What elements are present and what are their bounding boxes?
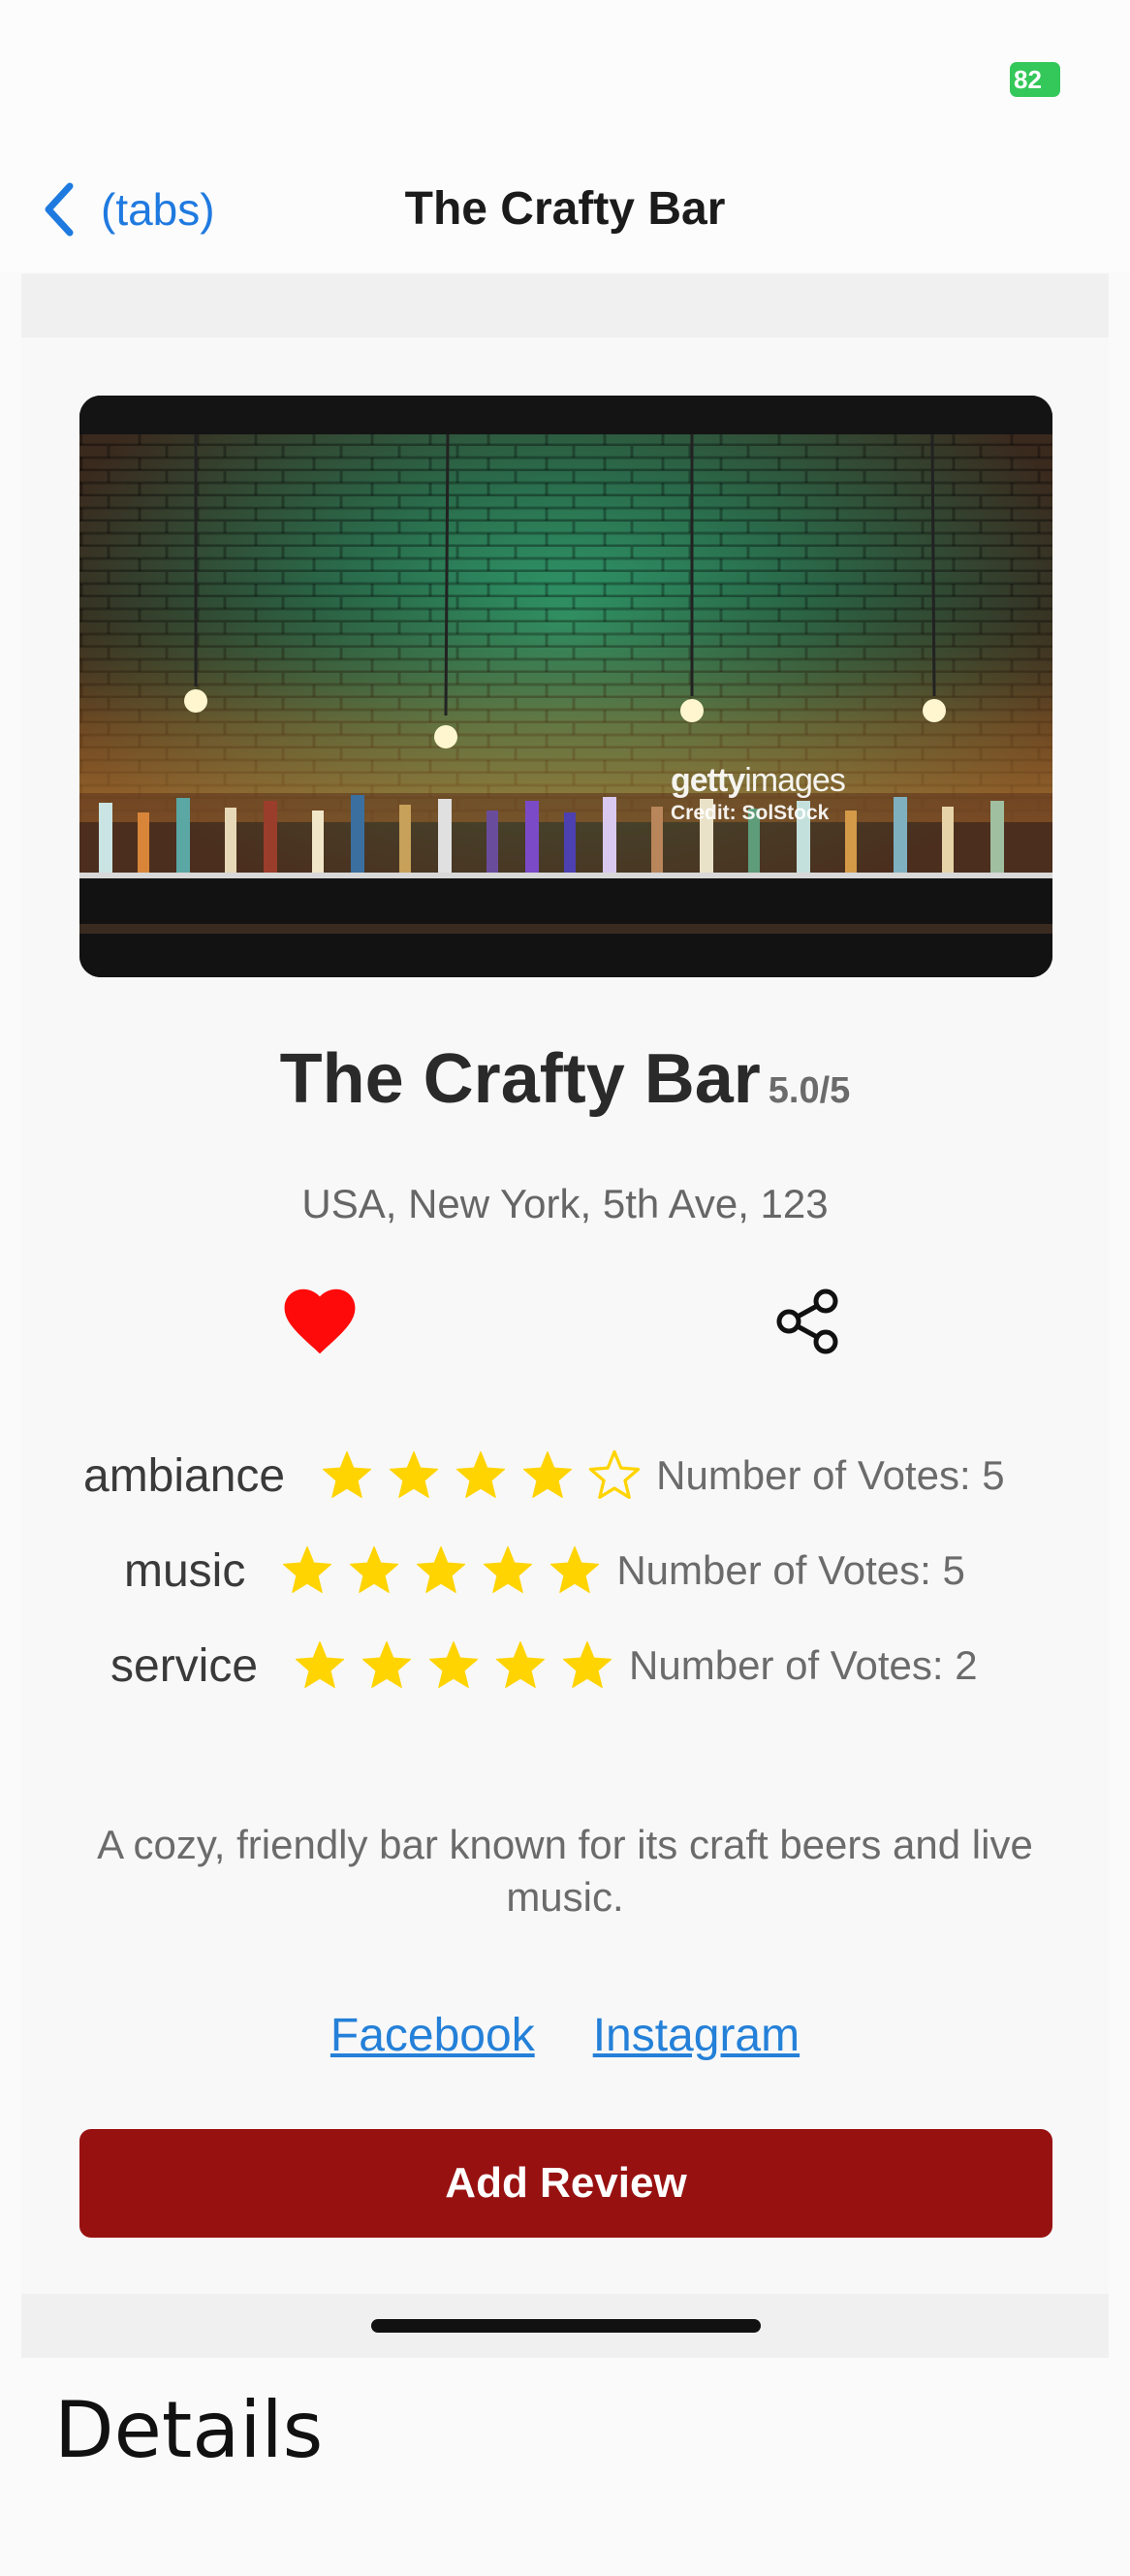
star-rating[interactable] xyxy=(280,1543,614,1598)
rating-row-ambiance: ambiance Number of Votes: 5 xyxy=(83,1448,1005,1503)
bar-photo: gettyimages Credit: SolStock xyxy=(79,396,1052,977)
facebook-link[interactable]: Facebook xyxy=(330,2010,535,2061)
vote-count: Number of Votes: 5 xyxy=(616,1547,965,1593)
home-indicator[interactable] xyxy=(371,2319,761,2333)
instagram-link[interactable]: Instagram xyxy=(593,2010,800,2061)
social-links: Facebook Instagram xyxy=(0,2009,1130,2062)
vote-count: Number of Votes: 2 xyxy=(629,1642,978,1688)
battery-indicator: 82 xyxy=(1010,62,1060,97)
star-rating[interactable] xyxy=(293,1638,627,1693)
rating-label: ambiance xyxy=(83,1449,286,1502)
share-button[interactable] xyxy=(775,1288,843,1355)
watermark-credit: Credit: SolStock xyxy=(671,802,830,824)
star-filled-icon[interactable] xyxy=(360,1638,414,1693)
navigation-bar: (tabs) The Crafty Bar xyxy=(0,136,1130,271)
star-filled-icon[interactable] xyxy=(280,1543,334,1598)
star-empty-icon[interactable] xyxy=(587,1448,642,1503)
page-title: The Crafty Bar xyxy=(404,183,726,235)
rating-row-music: music Number of Votes: 5 xyxy=(124,1543,965,1598)
heart-icon xyxy=(284,1288,356,1354)
sheet-header-band xyxy=(21,273,1109,337)
add-review-button[interactable]: Add Review xyxy=(79,2129,1052,2238)
vote-count: Number of Votes: 5 xyxy=(656,1452,1005,1498)
overall-score: 5.0/5 xyxy=(768,1070,851,1111)
star-rating[interactable] xyxy=(320,1448,654,1503)
place-description: A cozy, friendly bar known for its craft… xyxy=(97,1822,1033,1920)
star-filled-icon[interactable] xyxy=(560,1638,614,1693)
rating-label: service xyxy=(110,1639,259,1692)
star-filled-icon[interactable] xyxy=(548,1543,602,1598)
star-filled-icon[interactable] xyxy=(426,1638,481,1693)
place-address: USA, New York, 5th Ave, 123 xyxy=(301,1181,829,1226)
place-name: The Crafty Bar xyxy=(279,1040,761,1118)
favorite-button[interactable] xyxy=(283,1288,357,1355)
star-filled-icon[interactable] xyxy=(347,1543,401,1598)
star-filled-icon[interactable] xyxy=(454,1448,508,1503)
star-filled-icon[interactable] xyxy=(387,1448,441,1503)
watermark-logo-bold: getty xyxy=(671,762,745,799)
place-title: The Crafty Bar 5.0/5 xyxy=(0,1039,1130,1119)
status-bar: 82 xyxy=(0,0,1130,136)
watermark-logo-light: images xyxy=(744,762,846,799)
star-filled-icon[interactable] xyxy=(320,1448,374,1503)
star-filled-icon[interactable] xyxy=(481,1543,535,1598)
share-icon xyxy=(776,1288,838,1354)
star-filled-icon[interactable] xyxy=(520,1448,575,1503)
image-watermark: gettyimages Credit: SolStock xyxy=(671,762,846,825)
star-filled-icon[interactable] xyxy=(493,1638,548,1693)
rating-row-service: service Number of Votes: 2 xyxy=(110,1638,978,1693)
details-heading: Details xyxy=(54,2385,324,2475)
star-filled-icon[interactable] xyxy=(414,1543,468,1598)
star-filled-icon[interactable] xyxy=(293,1638,347,1693)
rating-label: music xyxy=(124,1544,246,1597)
